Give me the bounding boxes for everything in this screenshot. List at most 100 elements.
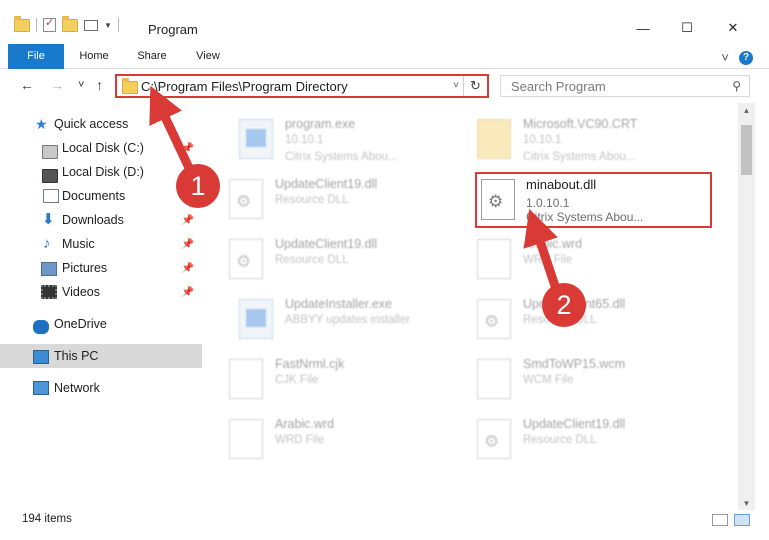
sidebar-item-label: Quick access bbox=[54, 117, 129, 131]
back-button[interactable]: ← bbox=[20, 77, 34, 93]
customize-toolbar-icon[interactable] bbox=[84, 19, 98, 31]
tab-home[interactable]: Home bbox=[68, 44, 120, 69]
file-detail: Citrix Systems Abou... bbox=[285, 151, 398, 163]
new-folder-icon[interactable] bbox=[62, 15, 78, 32]
file-name: FastNrml.cjk bbox=[275, 357, 345, 371]
file-item[interactable]: FastNrml.cjk CJK File bbox=[203, 349, 439, 405]
file-name: Arabic.wrd bbox=[275, 417, 335, 431]
file-item[interactable]: Microsoft.VC90.CRT 10.10.1 Citrix System… bbox=[451, 109, 687, 165]
sidebar-item-documents[interactable]: Documents 📌 bbox=[0, 184, 202, 208]
forward-button[interactable]: → bbox=[50, 77, 64, 93]
help-icon[interactable]: ? bbox=[739, 50, 753, 65]
sidebar-item-network[interactable]: Network bbox=[0, 376, 202, 400]
file-name: UpdateInstaller.exe bbox=[285, 297, 393, 311]
minimize-button[interactable]: — bbox=[628, 16, 658, 40]
file-detail: WCM File bbox=[523, 374, 574, 386]
sidebar-item-local-disk-d[interactable]: Local Disk (D:) bbox=[0, 160, 202, 184]
dll-icon: ⚙ bbox=[477, 419, 511, 459]
toolbar-divider bbox=[117, 18, 119, 32]
file-view: program.exe 10.10.1 Citrix Systems Abou.… bbox=[203, 103, 738, 505]
item-count: 194 items bbox=[22, 513, 72, 525]
status-bar: 194 items bbox=[0, 510, 769, 540]
tab-file[interactable]: File bbox=[8, 44, 64, 69]
scroll-thumb[interactable] bbox=[741, 125, 752, 175]
drive-icon bbox=[42, 169, 58, 183]
folder-icon bbox=[477, 119, 511, 159]
annotation-badge-1: 1 bbox=[176, 164, 220, 208]
search-icon[interactable]: ⚲ bbox=[732, 79, 741, 93]
chevron-down-icon[interactable]: ▼ bbox=[104, 21, 112, 30]
drive-icon bbox=[42, 145, 58, 159]
exe-icon bbox=[239, 119, 273, 159]
large-icons-view-icon[interactable] bbox=[734, 514, 750, 526]
file-name: minabout.dll bbox=[526, 177, 597, 192]
folder-icon[interactable] bbox=[14, 15, 30, 32]
search-input[interactable]: Search Program ⚲ bbox=[500, 75, 750, 97]
installer-icon bbox=[239, 299, 273, 339]
sidebar-item-local-disk-c[interactable]: Local Disk (C:) 📌 bbox=[0, 136, 202, 160]
sidebar-item-label: OneDrive bbox=[54, 317, 107, 331]
network-icon bbox=[33, 381, 49, 395]
pin-icon[interactable]: 📌 bbox=[182, 263, 194, 274]
sidebar-item-quick-access[interactable]: ★ Quick access bbox=[0, 112, 202, 136]
sidebar-item-videos[interactable]: Videos 📌 bbox=[0, 280, 202, 304]
sidebar-item-label: Pictures bbox=[62, 261, 108, 275]
pin-icon[interactable]: 📌 bbox=[182, 143, 194, 154]
sidebar-item-onedrive[interactable]: OneDrive bbox=[0, 312, 202, 336]
dll-icon: ⚙ bbox=[229, 179, 263, 219]
pin-icon[interactable]: 📌 bbox=[182, 215, 194, 226]
maximize-button[interactable]: ☐ bbox=[672, 16, 702, 40]
properties-icon[interactable] bbox=[43, 16, 56, 32]
music-icon: ♪ bbox=[43, 235, 51, 252]
title-bar: ▼ Program — ☐ ✕ bbox=[0, 0, 769, 44]
videos-icon bbox=[41, 285, 57, 299]
sidebar-item-this-pc[interactable]: This PC bbox=[0, 344, 202, 368]
up-button[interactable]: ↑ bbox=[96, 77, 103, 93]
address-path[interactable]: C:\Program Files\Program Directory bbox=[141, 79, 348, 94]
sidebar-item-music[interactable]: ♪ Music 📌 bbox=[0, 232, 202, 256]
sidebar-item-label: Network bbox=[54, 381, 100, 395]
address-dropdown-icon[interactable]: ˅ bbox=[453, 80, 459, 91]
scroll-up-icon[interactable]: ▲ bbox=[738, 103, 755, 118]
file-item[interactable]: program.exe 10.10.1 Citrix Systems Abou.… bbox=[213, 109, 449, 165]
navigation-pane: ★ Quick access Local Disk (C:) 📌 Local D… bbox=[0, 103, 203, 505]
sidebar-item-downloads[interactable]: ⬇ Downloads 📌 bbox=[0, 208, 202, 232]
file-item[interactable]: Arabic.wrd WRD File bbox=[203, 409, 439, 465]
tab-view[interactable]: View bbox=[182, 44, 234, 69]
pictures-icon bbox=[41, 262, 57, 276]
file-detail: WRD File bbox=[523, 254, 573, 266]
file-detail: Resource DLL bbox=[275, 194, 349, 206]
file-name: program.exe bbox=[285, 117, 356, 131]
tab-share[interactable]: Share bbox=[126, 44, 178, 69]
file-item[interactable]: SmdToWP15.wcm WCM File bbox=[451, 349, 687, 405]
pin-icon[interactable]: 📌 bbox=[182, 239, 194, 250]
file-detail: ABBYY updates installer bbox=[285, 314, 411, 326]
toolbar-divider bbox=[36, 18, 37, 32]
blank-file-icon bbox=[477, 239, 511, 279]
file-item[interactable]: ⚙ UpdateClient19.dll Resource DLL bbox=[203, 229, 439, 285]
recent-locations-button[interactable]: ˅ bbox=[78, 79, 84, 91]
address-bar[interactable]: C:\Program Files\Program Directory ˅ ↻ bbox=[115, 74, 489, 98]
file-item[interactable]: ⚙ UpdateClient19.dll Resource DLL bbox=[203, 169, 439, 225]
ribbon-collapse-icon[interactable]: ˅ bbox=[721, 50, 729, 65]
refresh-icon[interactable]: ↻ bbox=[463, 76, 487, 96]
navigation-bar: ← → ˅ ↑ C:\Program Files\Program Directo… bbox=[0, 69, 769, 103]
file-company: Citrix Systems Abou... bbox=[526, 210, 644, 224]
pin-icon[interactable]: 📌 bbox=[182, 287, 194, 298]
file-item[interactable]: ⚙ UpdateClient19.dll Resource DLL bbox=[451, 409, 687, 465]
onedrive-icon bbox=[33, 320, 49, 334]
details-view-icon[interactable] bbox=[712, 514, 728, 526]
file-version: 1.0.10.1 bbox=[526, 196, 570, 210]
sidebar-item-label: Local Disk (D:) bbox=[62, 165, 144, 179]
highlighted-file-minabout-dll[interactable]: ⚙ minabout.dll 1.0.10.1 Citrix Systems A… bbox=[475, 172, 712, 228]
vertical-scrollbar[interactable]: ▲ ▼ bbox=[738, 103, 755, 511]
star-icon: ★ bbox=[35, 116, 48, 132]
close-button[interactable]: ✕ bbox=[718, 16, 748, 40]
blank-file-icon bbox=[229, 419, 263, 459]
scroll-down-icon[interactable]: ▼ bbox=[738, 496, 755, 511]
file-item[interactable]: Arabic.wrd WRD File bbox=[451, 229, 687, 285]
folder-icon bbox=[122, 78, 138, 94]
file-item[interactable]: UpdateInstaller.exe ABBYY updates instal… bbox=[213, 289, 449, 345]
sidebar-item-pictures[interactable]: Pictures 📌 bbox=[0, 256, 202, 280]
ribbon-tabs: File Home Share View ˅ ? bbox=[0, 44, 769, 69]
